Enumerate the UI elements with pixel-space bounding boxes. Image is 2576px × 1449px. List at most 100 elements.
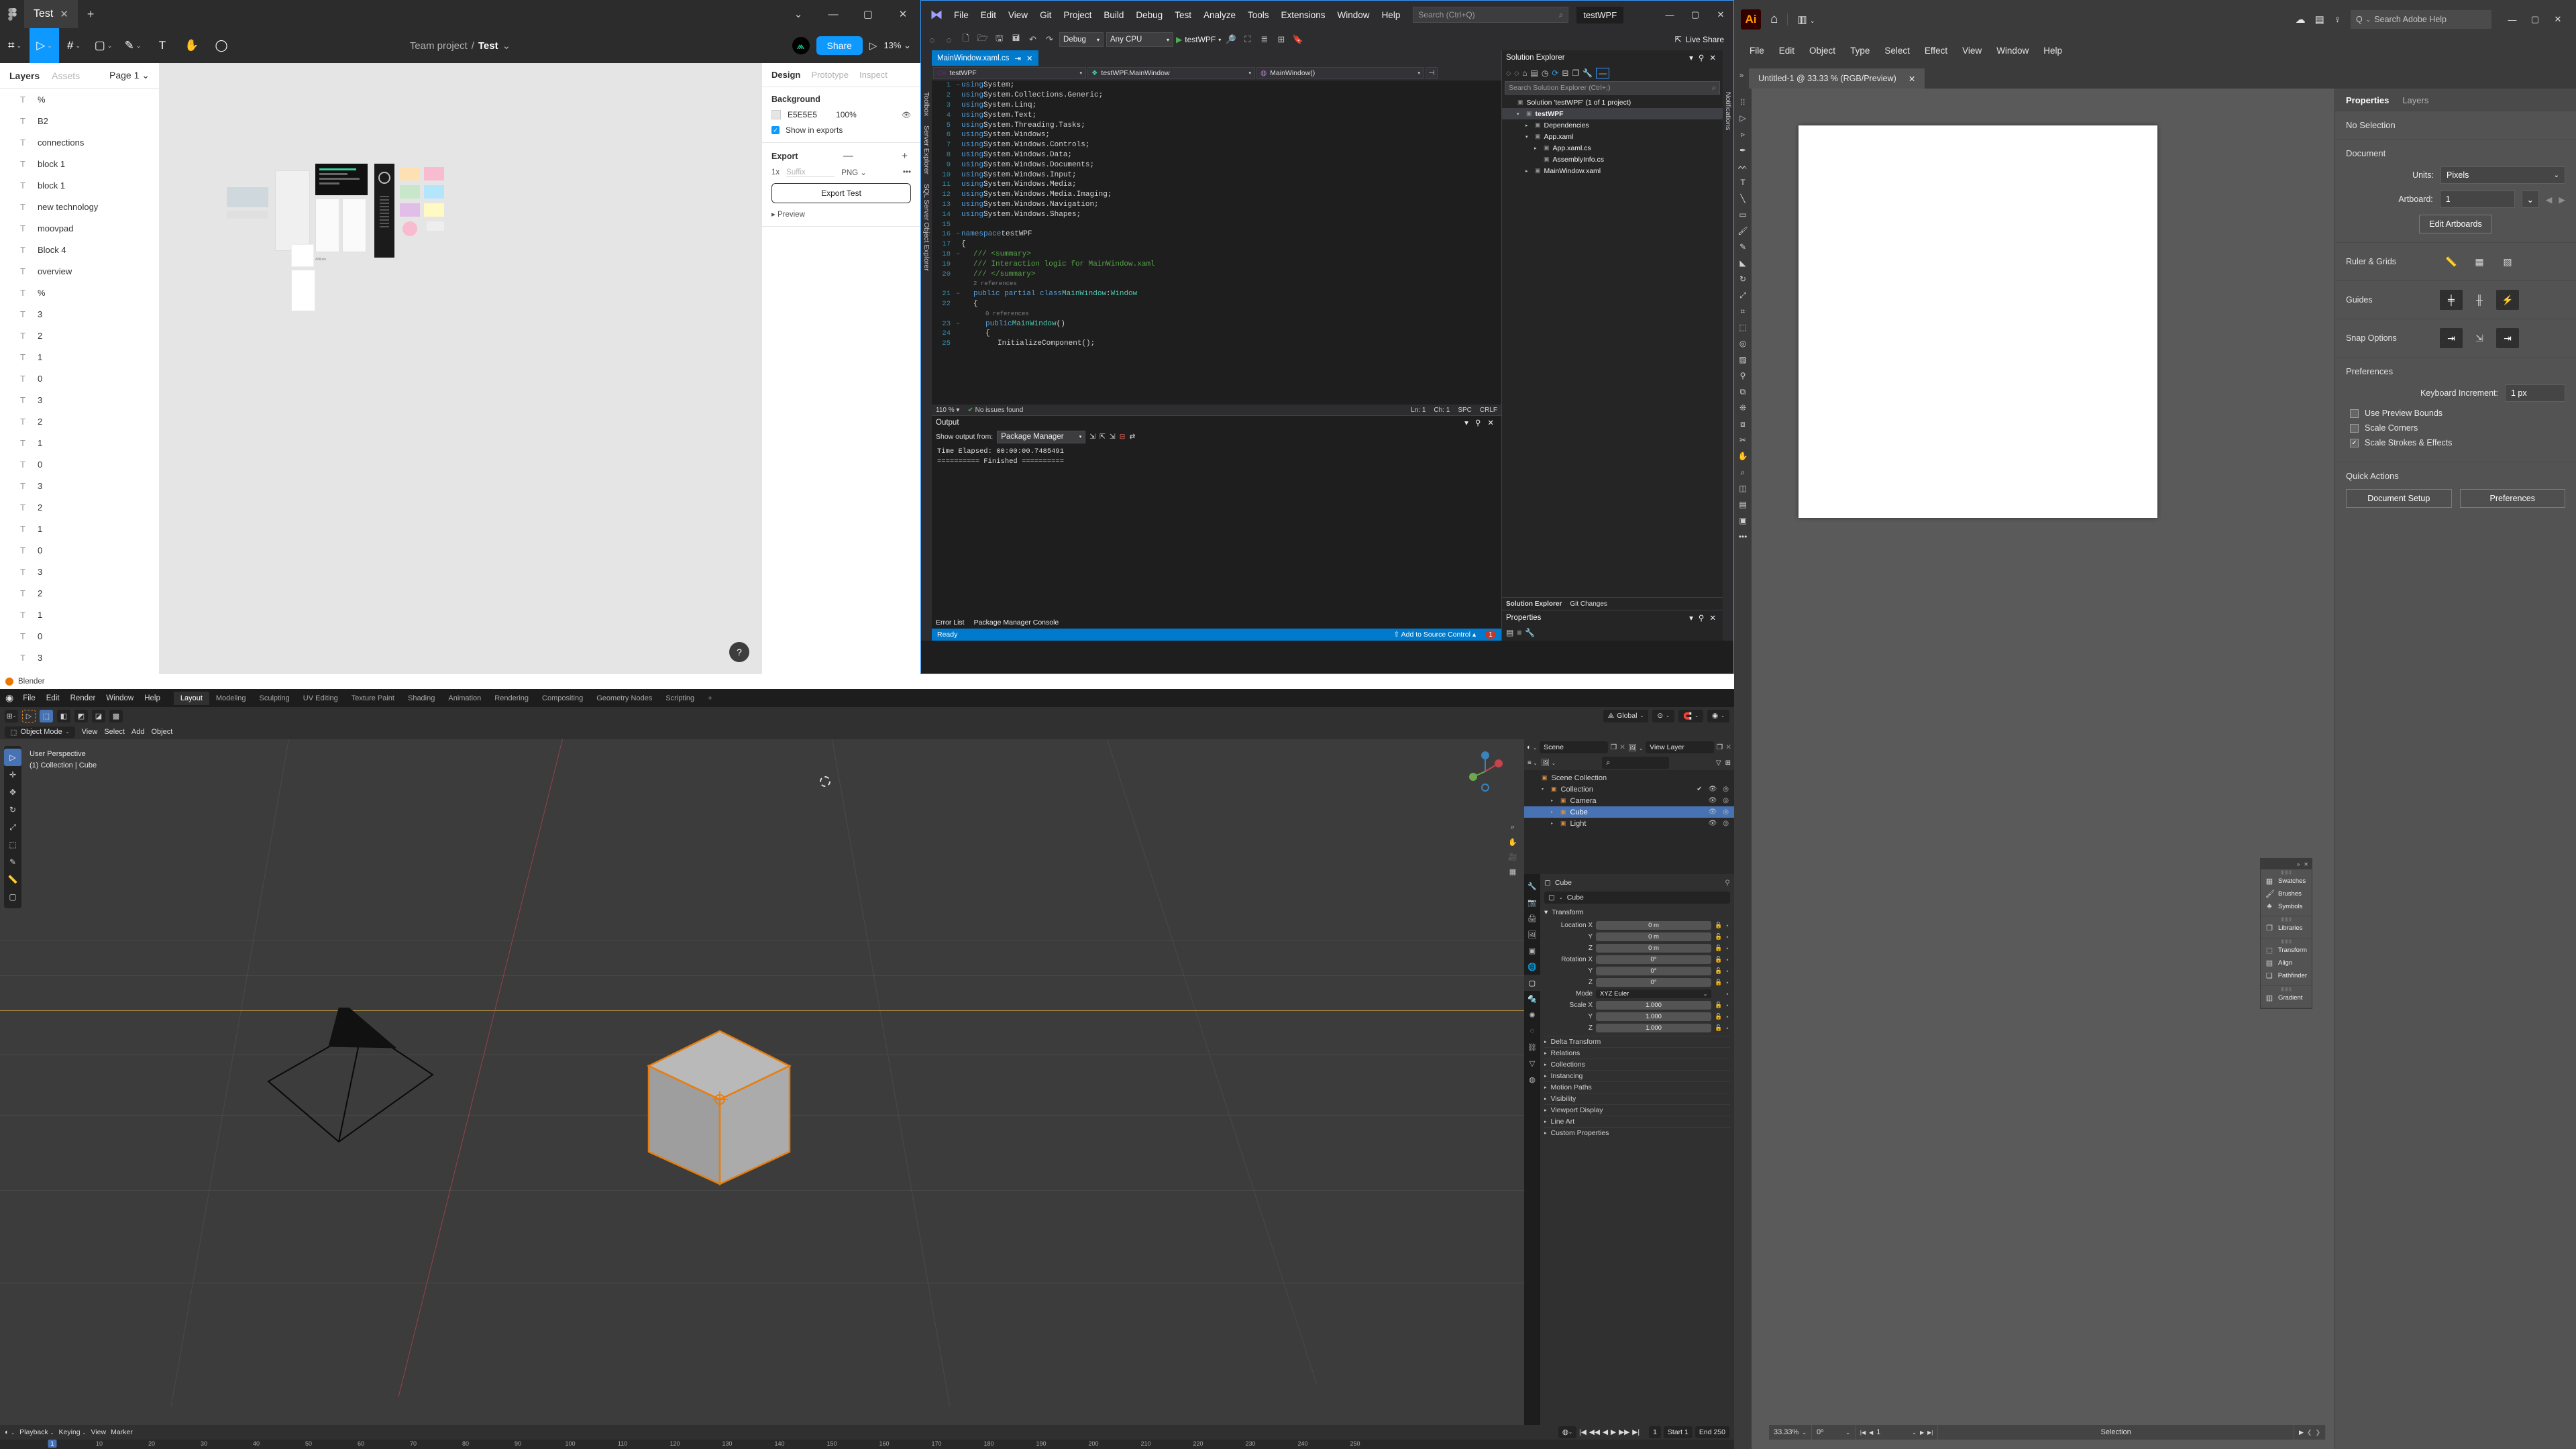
canvas-shape[interactable]: [380, 196, 389, 229]
close-icon[interactable]: ✕: [1026, 54, 1033, 63]
close-icon[interactable]: ✕: [2304, 861, 2308, 867]
canvas-shape[interactable]: [291, 270, 315, 311]
layer-item[interactable]: Toverview: [0, 260, 159, 282]
animate-dot-icon[interactable]: •: [1725, 979, 1730, 986]
artboard-tool[interactable]: ⧈: [1734, 416, 1752, 432]
expand-arrow-icon[interactable]: ▸: [1551, 821, 1556, 826]
selection-tool[interactable]: ▷: [1734, 110, 1752, 126]
preference-checkbox[interactable]: ✓ Scale Strokes & Effects: [2350, 438, 2565, 447]
canvas-shape[interactable]: [400, 185, 420, 199]
save-icon[interactable]: 🖫: [992, 32, 1006, 48]
scene-name-field[interactable]: Scene: [1540, 741, 1608, 753]
particle-properties-tab[interactable]: ✺: [1524, 1007, 1540, 1023]
arrange-documents-icon[interactable]: ▤: [2315, 13, 2324, 25]
close-icon[interactable]: ✕: [1909, 74, 1915, 84]
pin-icon[interactable]: ⚲: [1725, 879, 1730, 887]
outliner-editor-type-icon[interactable]: ≡ ⌄: [1527, 759, 1538, 767]
status-playback[interactable]: ▶ ❮ ❯: [2294, 1425, 2326, 1440]
layer-item[interactable]: T1: [0, 346, 159, 368]
panel-item-libraries[interactable]: ❐ Libraries: [2261, 922, 2312, 934]
transform-row-value[interactable]: XYZ Euler ⌄: [1596, 989, 1711, 998]
workspace-tab-rendering[interactable]: Rendering: [488, 692, 535, 705]
find-message-icon[interactable]: ⇲: [1089, 433, 1095, 441]
view-layer-browse-icon[interactable]: 🖼 ⌄: [1628, 743, 1643, 752]
camera-object[interactable]: [262, 1008, 443, 1169]
jump-end-button[interactable]: ▶|: [1632, 1428, 1640, 1436]
layer-item[interactable]: Tmoovpad: [0, 217, 159, 239]
blender-menu-render[interactable]: Render: [65, 692, 101, 704]
edit-artboards-button[interactable]: Edit Artboards: [2419, 215, 2492, 233]
shape-builder-tool[interactable]: ◎: [1734, 335, 1752, 352]
current-frame-field[interactable]: 1: [1649, 1426, 1661, 1438]
layer-item[interactable]: T%: [0, 89, 159, 110]
play-reverse-button[interactable]: ◀: [1603, 1428, 1608, 1436]
properties-icon[interactable]: 🔧: [1582, 68, 1593, 78]
viewport-menu-select[interactable]: Select: [104, 728, 125, 736]
comment-icon[interactable]: ⊞: [1274, 32, 1288, 48]
code-editor[interactable]: 1− using System; 2 using System.Collections…: [932, 80, 1501, 405]
vs-menu-extensions[interactable]: Extensions: [1275, 7, 1332, 23]
scene-browse-icon[interactable]: ◐ ⌄: [1527, 743, 1537, 751]
redo-icon[interactable]: ↷: [1042, 32, 1057, 48]
forward-icon[interactable]: ❯: [2315, 1429, 2320, 1436]
close-icon[interactable]: ✕: [60, 8, 68, 20]
workspace-tab-geometry-nodes[interactable]: Geometry Nodes: [590, 692, 659, 705]
minimize-icon[interactable]: —: [816, 0, 851, 28]
add-to-source-control-button[interactable]: ⇧ Add to Source Control ▴: [1394, 631, 1477, 639]
canvas-shape[interactable]: [400, 203, 420, 217]
3d-viewport[interactable]: ▷ ✛ ✥ ↻ ⤢ ⬚ ✎ 📏 ▢ User Perspective (1) C…: [0, 739, 1524, 1425]
zoom-level-select[interactable]: 33.33% ⌄: [1769, 1425, 1813, 1440]
transform-row-value[interactable]: 0°: [1596, 967, 1711, 975]
categorized-icon[interactable]: ▤: [1506, 628, 1513, 637]
editor-zoom[interactable]: 110 % ▾: [936, 407, 959, 414]
notifications-badge[interactable]: 1: [1485, 631, 1496, 639]
artboard[interactable]: [1799, 125, 2157, 518]
checkbox-checked-icon[interactable]: ✔: [1697, 786, 1702, 793]
canvas-shape[interactable]: [424, 167, 444, 180]
illustrator-canvas[interactable]: » ✕ |||||||| ▦ Swatches 🖌 Brushes ♣ Symbols |||…: [1752, 89, 2334, 1449]
next-artboard-icon[interactable]: ▶: [2559, 195, 2565, 205]
layer-item[interactable]: Tnew technology: [0, 196, 159, 217]
properties-accordion[interactable]: ▸ Visibility: [1544, 1093, 1730, 1104]
color-mode-icons[interactable]: ▤: [1734, 496, 1752, 513]
minimize-icon[interactable]: —: [1657, 1, 1682, 29]
eye-icon[interactable]: 👁: [1709, 808, 1717, 816]
document-tab-mainwindow-cs[interactable]: MainWindow.xaml.cs ⇥ ✕: [932, 50, 1038, 66]
eye-icon[interactable]: 👁: [1709, 797, 1717, 804]
collapse-all-icon[interactable]: ⊟: [1562, 68, 1568, 78]
save-all-icon[interactable]: 🖬: [1009, 32, 1023, 48]
gradient-tool[interactable]: ▨: [1734, 352, 1752, 368]
chevron-down-icon[interactable]: ⌄: [502, 40, 511, 52]
solution-bottom-tab[interactable]: Solution Explorer: [1506, 600, 1562, 608]
free-transform-tool[interactable]: ⬚: [1734, 319, 1752, 335]
frame-tool[interactable]: # ⌄: [59, 28, 89, 63]
export-button[interactable]: Export Test: [771, 183, 911, 203]
outliner-row[interactable]: ▸ ▣ Light 👁 ◎: [1524, 818, 1734, 829]
transform-panel-header[interactable]: ▾ Transform: [1544, 906, 1730, 918]
fold-icon[interactable]: −: [955, 231, 961, 237]
layer-item[interactable]: T3: [0, 475, 159, 496]
eraser-tool[interactable]: ◣: [1734, 255, 1752, 271]
viewport-menu-object[interactable]: Object: [151, 728, 172, 736]
undo-icon[interactable]: ↶: [1026, 32, 1040, 48]
edit-toolbar-icon[interactable]: •••: [1734, 529, 1752, 545]
page-selector[interactable]: Page 1 ⌄: [109, 70, 150, 81]
view-layer-field[interactable]: View Layer: [1646, 741, 1714, 753]
outliner-row[interactable]: ▣ Scene Collection: [1524, 772, 1734, 784]
ai-menu-object[interactable]: Object: [1802, 42, 1843, 59]
ai-menu-select[interactable]: Select: [1877, 42, 1917, 59]
properties-accordion[interactable]: ▸ Custom Properties: [1544, 1127, 1730, 1138]
live-share-button[interactable]: ⇱ Live Share: [1675, 35, 1729, 44]
view-layer-properties-tab[interactable]: 🖼: [1524, 926, 1540, 943]
eye-icon[interactable]: 👁: [902, 111, 911, 119]
zoom-tool[interactable]: ⌕: [1734, 464, 1752, 480]
pin-icon[interactable]: ⚲: [1696, 613, 1707, 623]
outliner-row[interactable]: ▸ ▣ Cube 👁 ◎: [1524, 806, 1734, 818]
camera-icon[interactable]: ◎: [1723, 808, 1729, 816]
pen-tool[interactable]: ✒: [1734, 142, 1752, 158]
expand-icon[interactable]: »: [2297, 861, 2300, 867]
remove-export-button[interactable]: —: [840, 150, 857, 162]
pin-icon[interactable]: ⚲: [1472, 418, 1484, 427]
add-workspace-button[interactable]: +: [701, 692, 718, 705]
add-cube-tool[interactable]: ▢: [4, 888, 21, 906]
